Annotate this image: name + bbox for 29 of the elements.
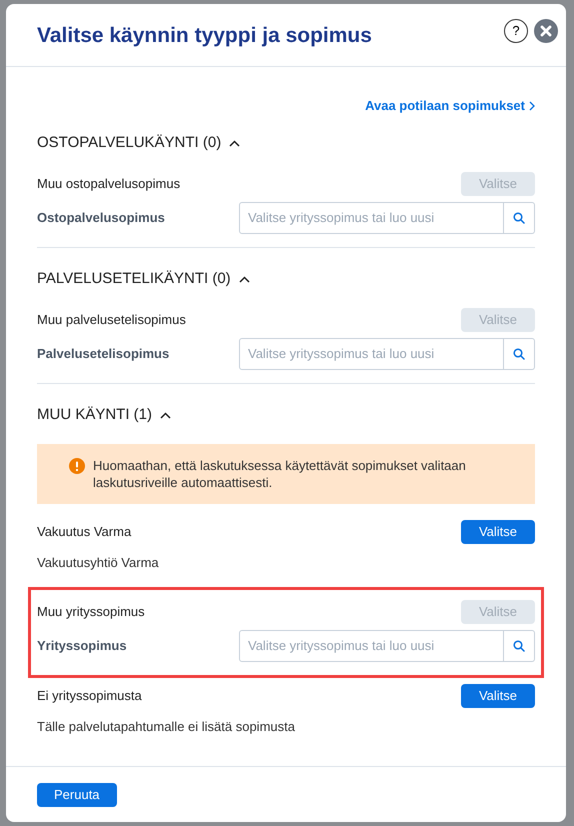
select-button[interactable]: Valitse bbox=[461, 684, 535, 708]
dialog-title: Valitse käynnin tyyppi ja sopimus bbox=[37, 23, 372, 49]
chevron-up-icon[interactable] bbox=[238, 276, 250, 283]
help-button[interactable]: ? bbox=[504, 19, 528, 43]
section-title: OSTOPALVELUKÄYNTI (0) bbox=[37, 133, 222, 154]
field-label: Ostopalvelusopimus bbox=[37, 208, 165, 227]
search-icon bbox=[513, 212, 525, 224]
option-description: Tälle palvelutapahtumalle ei lisätä sopimusta bbox=[37, 718, 296, 734]
chevron-right-icon bbox=[529, 100, 535, 111]
select-button[interactable]: Valitse bbox=[461, 520, 535, 544]
notice-text: Huomaathan, että laskutuksessa käytettävät sopimukset valitaan laskutusriveille automaattisesti. bbox=[93, 456, 467, 490]
search-icon bbox=[513, 348, 525, 360]
close-icon[interactable] bbox=[534, 19, 558, 43]
section-title: PALVELUSETELIKÄYNTI (0) bbox=[37, 269, 231, 290]
option-name: Ei yrityssopimusta bbox=[37, 686, 142, 705]
search-icon bbox=[513, 640, 525, 652]
option-name: Vakuutus Varma bbox=[37, 522, 132, 541]
chevron-up-icon[interactable] bbox=[160, 412, 172, 419]
open-contracts-link[interactable]: Avaa potilaan sopimukset bbox=[365, 96, 535, 116]
field-label: Yrityssopimus bbox=[37, 636, 127, 655]
contract-name: Muu ostopalvelusopimus bbox=[37, 174, 180, 193]
cancel-button[interactable]: Peruuta bbox=[37, 782, 117, 806]
field-label: Palvelusetelisopimus bbox=[37, 344, 170, 363]
option-description: Vakuutusyhtiö Varma bbox=[37, 554, 160, 570]
warning-icon bbox=[69, 458, 85, 474]
section-title: MUU KÄYNTI (1) bbox=[37, 405, 152, 426]
chevron-up-icon[interactable] bbox=[229, 140, 240, 147]
contract-name: Muu yrityssopimus bbox=[37, 602, 145, 621]
contract-name: Muu palvelusetelisopimus bbox=[37, 310, 186, 329]
